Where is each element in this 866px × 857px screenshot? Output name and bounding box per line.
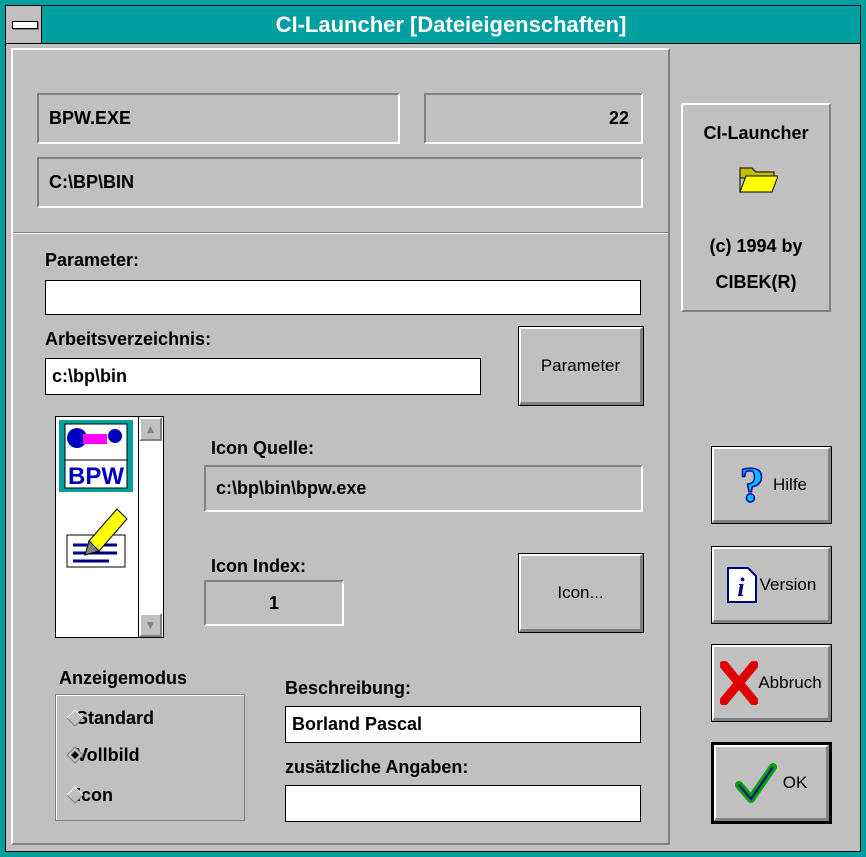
dialog-frame: CI-Launcher [Dateieigenschaften] BPW.EXE… (5, 5, 861, 852)
icon-button[interactable]: Icon... (518, 553, 644, 633)
hilfe-button-label: Hilfe (772, 474, 807, 494)
version-button[interactable]: i Version (711, 546, 832, 624)
parameter-button[interactable]: Parameter (518, 326, 644, 406)
window-title: CI-Launcher [Dateieigenschaften] (275, 12, 627, 37)
radio-diamond-icon (66, 786, 84, 804)
about-app-name: CI-Launcher (703, 123, 809, 143)
radio-standard[interactable]: Standard (66, 706, 154, 730)
extra-input[interactable] (285, 785, 641, 822)
description-input[interactable]: Borland Pascal (285, 706, 641, 743)
scroll-down-arrow[interactable]: ▼ (139, 613, 162, 637)
svg-text:BPW: BPW (68, 463, 124, 490)
icon-index-label: Icon Index: (211, 556, 307, 576)
system-menu-icon (12, 21, 38, 29)
icon-list[interactable]: BPW ▲ ▼ (55, 416, 164, 638)
system-menu-button[interactable] (6, 6, 42, 43)
svg-text:?: ? (739, 461, 764, 509)
question-mark-icon: ? (739, 461, 766, 509)
abbruch-button[interactable]: Abbruch (711, 644, 832, 722)
red-x-icon (720, 660, 759, 705)
display-mode-label: Anzeigemodus (59, 668, 188, 688)
folder-icon (739, 167, 778, 193)
workdir-label: Arbeitsverzeichnis: (45, 329, 212, 349)
bpw-icon[interactable]: BPW (59, 420, 133, 492)
green-checkmark-icon (734, 762, 777, 803)
svg-text:i: i (737, 573, 745, 602)
workdir-input[interactable]: c:\bp\bin (45, 358, 481, 395)
abbruch-button-label: Abbruch (758, 672, 822, 692)
description-label: Beschreibung: (285, 678, 412, 698)
info-document-icon: i (726, 566, 757, 603)
radio-diamond-selected-icon (66, 746, 84, 764)
icon-source-display: c:\bp\bin\bpw.exe (204, 465, 643, 512)
about-copyright: (c) 1994 by (709, 236, 803, 256)
radio-icon[interactable]: Icon (66, 783, 113, 807)
file-size-display: 22 (424, 93, 643, 144)
icon-index-display: 1 (204, 580, 344, 626)
about-company: CIBEK(R) (715, 272, 797, 292)
panel-divider (13, 232, 668, 234)
bpw-icon-graphic: BPW (64, 423, 128, 490)
file-path-display: C:\BP\BIN (37, 157, 643, 208)
dialog-window: CI-Launcher [Dateieigenschaften] BPW.EXE… (0, 0, 866, 857)
radio-diamond-icon (66, 709, 84, 727)
icon-source-label: Icon Quelle: (211, 438, 315, 458)
parameter-label: Parameter: (45, 250, 140, 270)
parameter-input[interactable] (45, 280, 641, 315)
icon-list-scrollbar[interactable]: ▲ ▼ (138, 417, 163, 637)
parameter-button-label: Parameter (519, 327, 643, 405)
radio-vollbild[interactable]: Vollbild (66, 743, 140, 767)
icon-button-label: Icon... (519, 554, 643, 632)
notepad-edit-icon-graphic (66, 508, 128, 568)
radio-vollbild-label: Vollbild (76, 744, 140, 765)
ok-button-label: OK (782, 772, 808, 792)
version-button-label: Version (759, 574, 817, 594)
extra-label: zusätzliche Angaben: (285, 757, 469, 777)
notepad-edit-icon[interactable] (59, 501, 133, 573)
ok-button[interactable]: OK (711, 742, 832, 824)
file-name-display: BPW.EXE (37, 93, 400, 144)
scroll-up-arrow[interactable]: ▲ (139, 417, 162, 441)
radio-standard-label: Standard (76, 707, 155, 728)
hilfe-button[interactable]: ? Hilfe (711, 446, 832, 524)
title-bar[interactable]: CI-Launcher [Dateieigenschaften] (6, 6, 860, 44)
